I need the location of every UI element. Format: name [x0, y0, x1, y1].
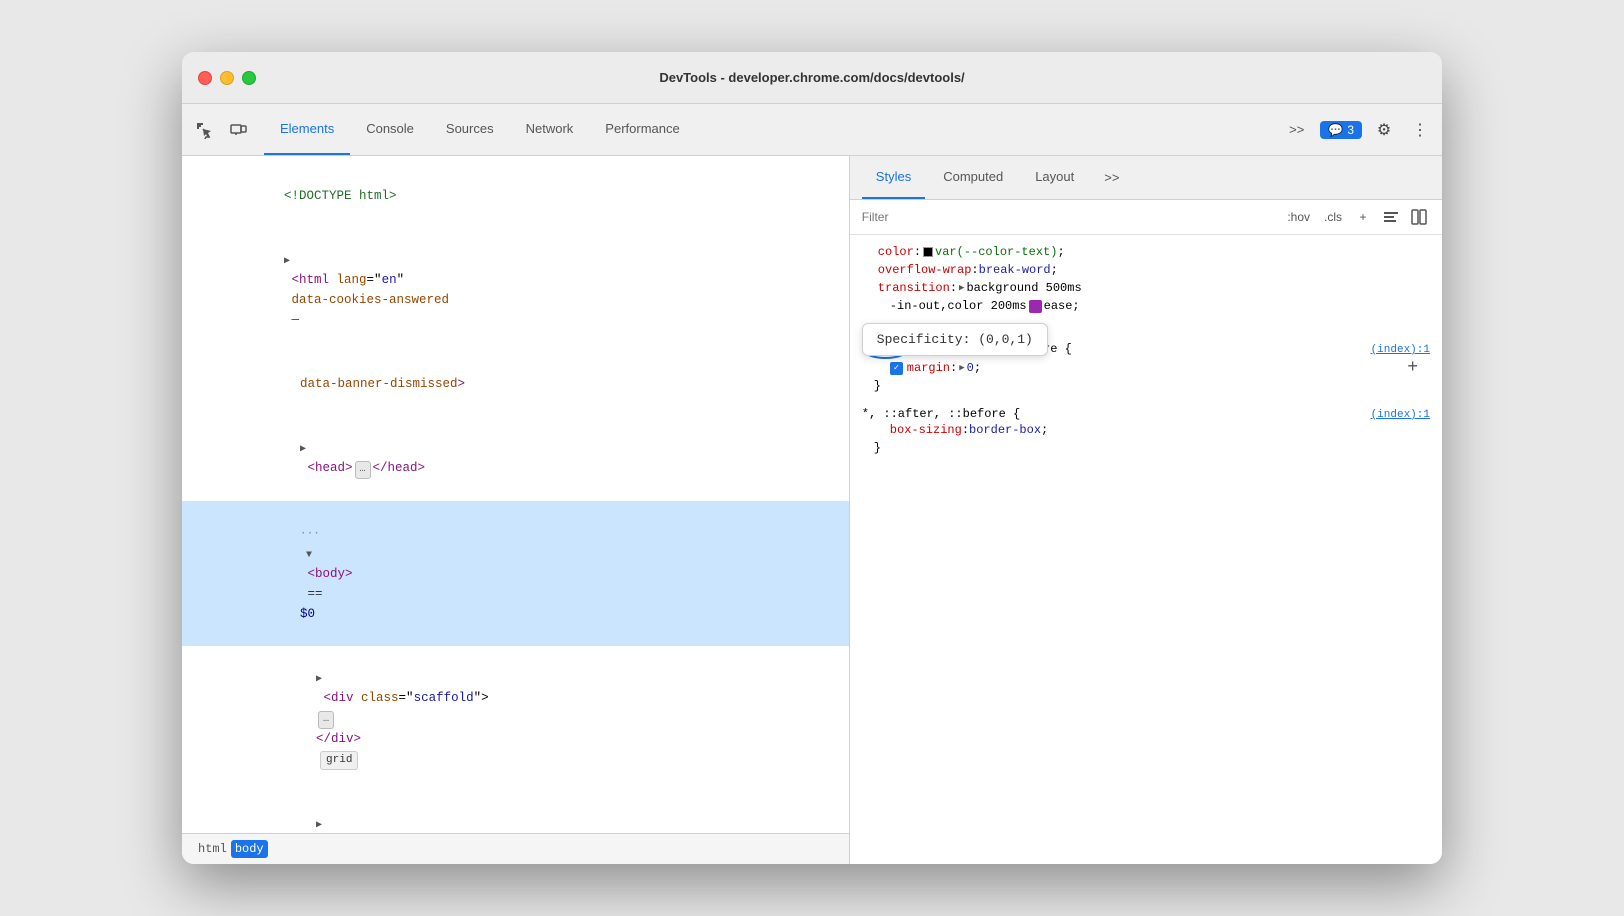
devtools-container: Elements Console Sources Network Perform…	[182, 104, 1442, 864]
body-rule-source[interactable]: (index):1	[1371, 344, 1430, 356]
toolbar-icons	[190, 116, 252, 144]
css-rule-transition2: -in-out,color 200ms ease;	[850, 297, 1442, 315]
dom-div-scaffold[interactable]: ▶ <div class="scaffold"> … </div> grid	[182, 646, 849, 793]
tab-layout[interactable]: Layout	[1021, 156, 1088, 199]
inspect-element-icon[interactable]	[190, 116, 218, 144]
minimize-button[interactable]	[220, 71, 234, 85]
universal-rule-source[interactable]: (index):1	[1371, 409, 1430, 421]
add-property-button[interactable]: +	[1407, 358, 1418, 378]
dom-tree: <!DOCTYPE html> ▶ <html lang="en" data-c…	[182, 156, 849, 833]
triangle-icon: ▶	[316, 674, 322, 685]
toggle-style-icon[interactable]	[1380, 206, 1402, 228]
body-rule-close: }	[862, 377, 1430, 395]
triangle-icon: ▶	[316, 820, 322, 831]
universal-selector: *, ::after, ::before {	[862, 407, 1020, 421]
settings-button[interactable]: ⚙	[1370, 116, 1398, 144]
breadcrumb-html[interactable]: html	[194, 840, 231, 858]
triangle-icon: ▶	[284, 256, 290, 267]
hov-button[interactable]: :hov	[1283, 208, 1314, 226]
notification-icon: 💬	[1328, 123, 1343, 137]
more-options-button[interactable]: ⋮	[1406, 116, 1434, 144]
tab-sources[interactable]: Sources	[430, 104, 510, 155]
css-rule-transition: transition : ▶ background 500ms	[850, 279, 1442, 297]
cls-button[interactable]: .cls	[1320, 208, 1346, 226]
ellipsis-icon: ⋮	[1412, 120, 1428, 140]
filter-input[interactable]	[862, 210, 1276, 224]
filter-bar: :hov .cls +	[850, 200, 1442, 235]
dom-body[interactable]: ··· ▼ <body> == $0	[182, 501, 849, 646]
filter-buttons: :hov .cls +	[1283, 206, 1430, 228]
tab-styles[interactable]: Styles	[862, 156, 925, 199]
dom-head[interactable]: ▶ <head>…</head>	[182, 416, 849, 501]
tab-elements[interactable]: Elements	[264, 104, 350, 155]
devtools-window: DevTools - developer.chrome.com/docs/dev…	[182, 52, 1442, 864]
styles-tabs: Styles Computed Layout >>	[850, 156, 1442, 200]
notification-count: 3	[1347, 123, 1354, 137]
main-toolbar: Elements Console Sources Network Perform…	[182, 104, 1442, 156]
tab-computed[interactable]: Computed	[929, 156, 1017, 199]
add-style-rule-button[interactable]: +	[1352, 206, 1374, 228]
specificity-tooltip-container: Specificity: (0,0,1)	[850, 319, 1442, 327]
css-rule-color: color : var(--color-text) ;	[850, 243, 1442, 261]
more-tabs-button[interactable]: >>	[1281, 118, 1312, 141]
tab-network[interactable]: Network	[510, 104, 590, 155]
expand-icon[interactable]: ▶	[959, 283, 964, 293]
window-title: DevTools - developer.chrome.com/docs/dev…	[659, 70, 964, 85]
triangle-down-icon: ▼	[300, 550, 312, 561]
elements-panel: <!DOCTYPE html> ▶ <html lang="en" data-c…	[182, 156, 850, 864]
grid-badge: grid	[320, 751, 358, 771]
gear-icon: ⚙	[1377, 120, 1391, 140]
specificity-tooltip: Specificity: (0,0,1)	[862, 323, 1048, 356]
tab-performance[interactable]: Performance	[589, 104, 695, 155]
traffic-lights	[198, 71, 256, 85]
styles-content: color : var(--color-text) ; overflow-wra…	[850, 235, 1442, 864]
breadcrumb-body[interactable]: body	[231, 840, 268, 858]
body-margin-rule: margin : ▶ 0 ; +	[862, 359, 1430, 377]
main-content: <!DOCTYPE html> ▶ <html lang="en" data-c…	[182, 156, 1442, 864]
styles-panel: Styles Computed Layout >> :hov .cls	[850, 156, 1442, 864]
transition-ease-icon[interactable]	[1029, 300, 1042, 313]
toolbar-right: >> 💬 3 ⚙ ⋮	[1281, 116, 1434, 144]
css-rule-overflow-wrap: overflow-wrap : break-word ;	[850, 261, 1442, 279]
dom-announcement[interactable]: ▶ <announcement-banner class="cooki	[182, 792, 849, 833]
dom-doctype[interactable]: <!DOCTYPE html>	[182, 164, 849, 228]
dom-html-open[interactable]: ▶ <html lang="en" data-cookies-answered …	[182, 228, 849, 352]
triangle-icon: ▶	[300, 444, 306, 455]
titlebar: DevTools - developer.chrome.com/docs/dev…	[182, 52, 1442, 104]
universal-rule-close: }	[862, 439, 1430, 457]
color-swatch[interactable]	[923, 247, 933, 257]
close-button[interactable]	[198, 71, 212, 85]
universal-rule-block: *, ::after, ::before { (index):1 box-siz…	[850, 403, 1442, 461]
more-styles-tabs-button[interactable]: >>	[1096, 170, 1127, 185]
device-toolbar-icon[interactable]	[224, 116, 252, 144]
expand-margin-icon[interactable]: ▶	[959, 363, 964, 373]
maximize-button[interactable]	[242, 71, 256, 85]
notification-badge[interactable]: 💬 3	[1320, 121, 1362, 139]
breadcrumb: html body	[182, 833, 849, 864]
box-sizing-rule: box-sizing : border-box ;	[862, 421, 1430, 439]
margin-checkbox[interactable]	[890, 362, 903, 375]
computed-sidebar-button[interactable]	[1408, 206, 1430, 228]
main-tabs: Elements Console Sources Network Perform…	[264, 104, 696, 155]
dom-html-attr[interactable]: data-banner-dismissed>	[182, 352, 849, 416]
tab-console[interactable]: Console	[350, 104, 430, 155]
